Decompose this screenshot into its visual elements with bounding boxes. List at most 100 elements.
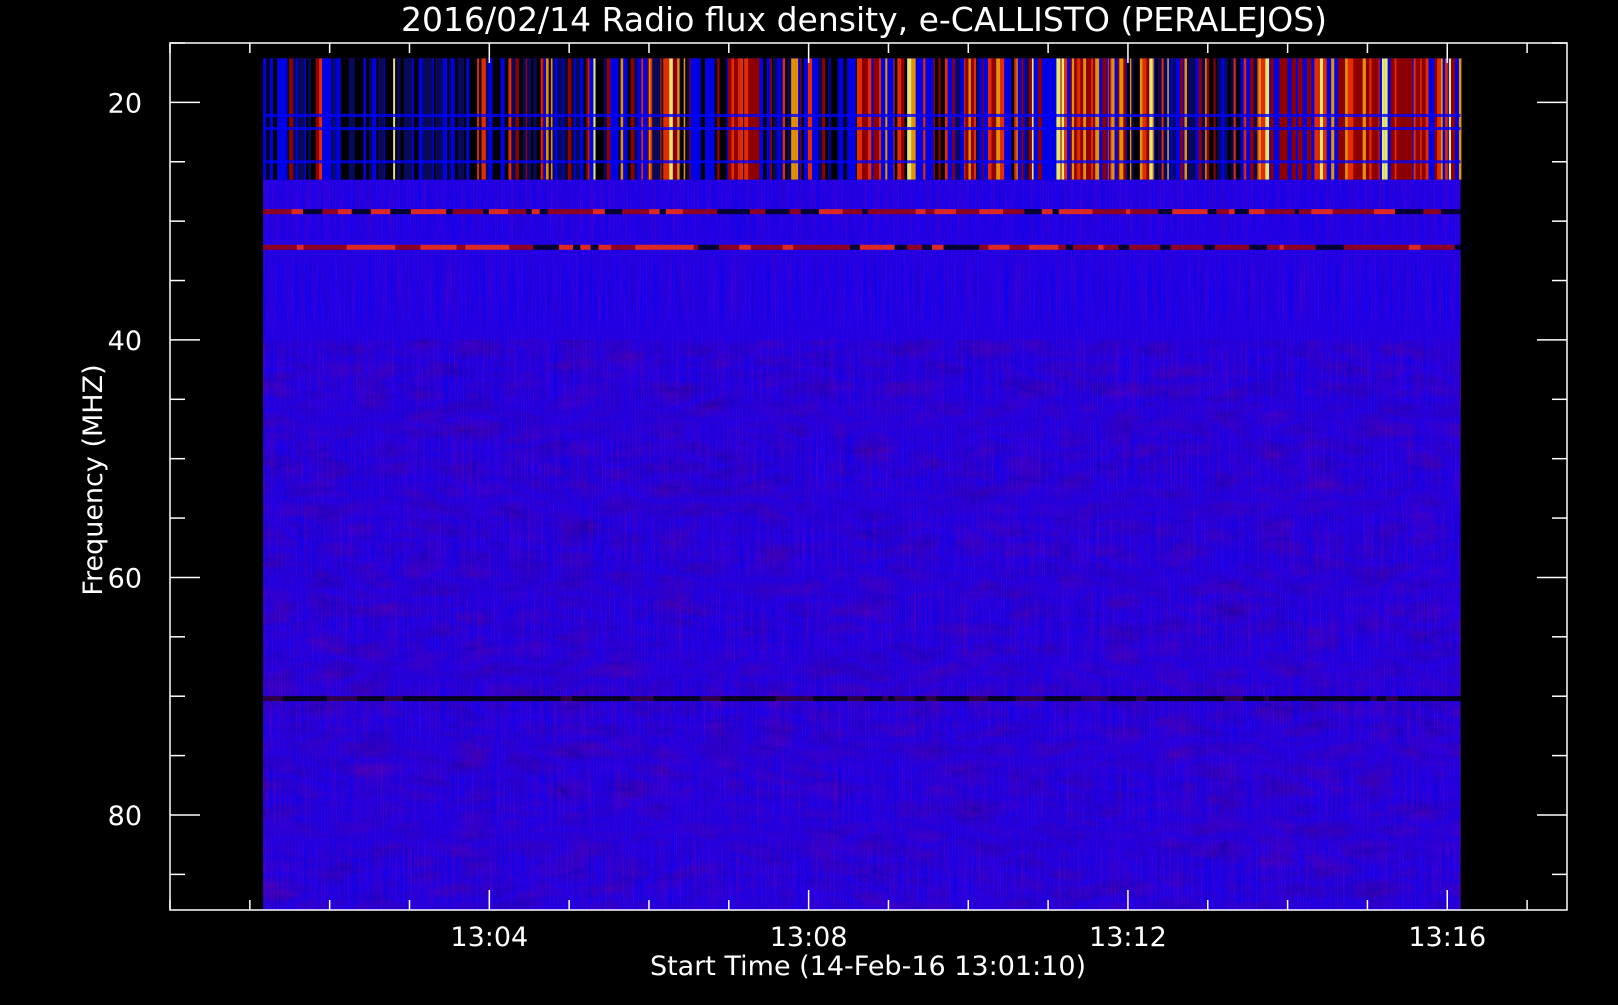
emission-line-segment xyxy=(1436,244,1451,250)
emission-line-segment xyxy=(1228,209,1235,215)
emission-line-segment xyxy=(698,244,720,250)
emission-line-segment xyxy=(420,244,439,250)
emission-line-segment xyxy=(1183,244,1188,250)
emission-line-segment xyxy=(288,244,297,250)
emission-line-segment xyxy=(916,244,923,250)
emission-line-segment xyxy=(1229,696,1237,702)
emission-line-segment xyxy=(1423,209,1442,215)
emission-line-segment xyxy=(1283,244,1301,250)
emission-line-segment xyxy=(590,244,599,250)
emission-line-segment xyxy=(1249,244,1267,250)
emission-line-segment xyxy=(496,244,510,250)
emission-line-segment xyxy=(335,244,347,250)
emission-line-segment xyxy=(539,209,548,215)
emission-line-segment xyxy=(384,696,403,702)
emission-line-segment xyxy=(1207,209,1217,215)
emission-line-segment xyxy=(1406,209,1424,215)
emission-line-segment xyxy=(720,696,736,702)
emission-line-segment xyxy=(263,244,268,250)
emission-line-segment xyxy=(1047,209,1053,215)
emission-line-segment xyxy=(789,209,801,215)
emission-line-segment xyxy=(1420,244,1429,250)
emission-line-segment xyxy=(438,244,457,250)
emission-line-segment xyxy=(832,244,850,250)
emission-line-segment xyxy=(1172,209,1188,215)
emission-line-segment xyxy=(390,244,396,250)
x-tick-label: 13:12 xyxy=(1089,922,1167,953)
emission-line-segment xyxy=(863,696,883,702)
emission-line-segment xyxy=(533,244,547,250)
emission-line-segment xyxy=(346,244,354,250)
emission-line-segment xyxy=(670,696,677,702)
emission-line-segment xyxy=(942,209,957,215)
emission-line-segment xyxy=(1349,696,1371,702)
emission-line-segment xyxy=(1234,209,1249,215)
emission-line-segment xyxy=(291,209,303,215)
emission-line-segment xyxy=(676,696,692,702)
emission-line-segment xyxy=(623,244,631,250)
emission-line-segment xyxy=(456,696,478,702)
emission-line-segment xyxy=(675,244,694,250)
emission-line-segment xyxy=(422,209,436,215)
emission-line-segment xyxy=(1200,696,1205,702)
emission-line-segment xyxy=(630,244,636,250)
emission-line-segment xyxy=(630,696,641,702)
emission-line-segment xyxy=(598,244,612,250)
emission-line-segment xyxy=(1015,696,1034,702)
emission-line-segment xyxy=(949,696,970,702)
emission-line-segment xyxy=(309,696,327,702)
emission-line-segment xyxy=(1065,244,1074,250)
emission-line-segment xyxy=(1236,696,1244,702)
emission-line-segment xyxy=(922,244,933,250)
emission-line-segment xyxy=(1309,696,1332,702)
emission-line-segment xyxy=(337,209,347,215)
emission-line-segment xyxy=(411,209,423,215)
emission-line-segment xyxy=(989,209,1004,215)
emission-line-segment xyxy=(1370,696,1377,702)
emission-line-segment xyxy=(717,209,737,215)
emission-line-segment xyxy=(1039,696,1045,702)
emission-line-segment xyxy=(756,696,761,702)
emission-line-segment xyxy=(800,209,819,215)
emission-line-segment xyxy=(322,209,338,215)
emission-line-segment xyxy=(770,696,777,702)
emission-line-segment xyxy=(415,696,426,702)
emission-line-segment xyxy=(1397,696,1420,702)
emission-line-segment xyxy=(842,209,863,215)
emission-line-segment xyxy=(1364,244,1382,250)
emission-line-segment xyxy=(390,209,412,215)
emission-line-segment xyxy=(925,209,935,215)
emission-line-segment xyxy=(465,244,476,250)
emission-line-segment xyxy=(691,696,700,702)
emission-line-segment xyxy=(1214,244,1230,250)
emission-line-segment xyxy=(1224,696,1230,702)
emission-line-segment xyxy=(940,696,950,702)
emission-line-segment xyxy=(1266,244,1280,250)
emission-line-segment xyxy=(1074,696,1082,702)
emission-line-segment xyxy=(1331,244,1344,250)
emission-line-segment xyxy=(1458,209,1467,215)
emission-line-segment xyxy=(523,696,536,702)
emission-line-segment xyxy=(1450,244,1455,250)
emission-line-segment xyxy=(1285,696,1306,702)
emission-line-segment xyxy=(1118,244,1130,250)
emission-line-segment xyxy=(988,244,1010,250)
emission-line-segment xyxy=(1081,696,1092,702)
emission-line-segment xyxy=(849,244,860,250)
emission-line-segment xyxy=(483,209,489,215)
y-tick-label: 60 xyxy=(108,563,142,594)
emission-line-segment xyxy=(1395,209,1407,215)
emission-line-segment xyxy=(593,209,605,215)
emission-line-segment xyxy=(460,244,466,250)
emission-line-segment xyxy=(346,209,352,215)
emission-line-segment xyxy=(760,696,771,702)
emission-line-segment xyxy=(757,244,778,250)
emission-line-segment xyxy=(956,209,966,215)
emission-line-segment xyxy=(934,209,943,215)
emission-line-segment xyxy=(335,696,346,702)
emission-line-segment xyxy=(1229,244,1250,250)
emission-line-segment xyxy=(1300,244,1316,250)
emission-line-segment xyxy=(263,696,283,702)
emission-line-segment xyxy=(402,696,416,702)
emission-line-segment xyxy=(745,696,757,702)
